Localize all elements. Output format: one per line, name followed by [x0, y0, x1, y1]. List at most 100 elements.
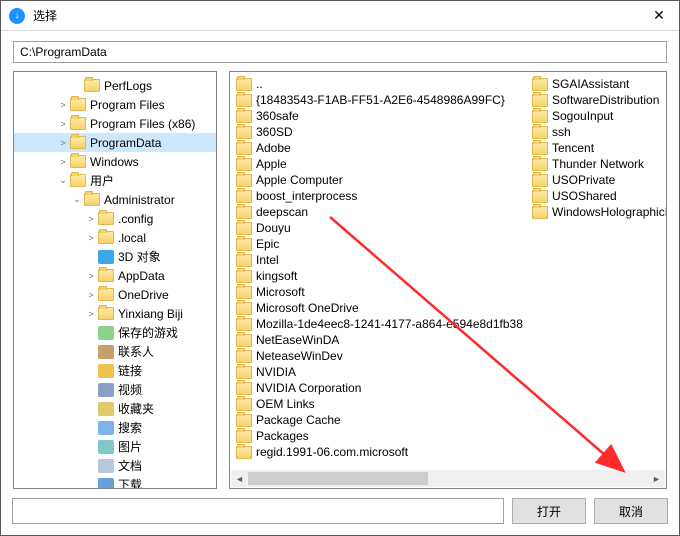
tree-item-savedgames[interactable]: 保存的游戏: [14, 323, 216, 342]
folder-icon: [236, 158, 252, 171]
expand-icon[interactable]: >: [56, 138, 70, 148]
file-item[interactable]: Epic: [230, 236, 526, 252]
scroll-left-button[interactable]: ◄: [231, 470, 248, 487]
tree-item-programfiles[interactable]: >Program Files: [14, 95, 216, 114]
file-item[interactable]: Adobe: [230, 140, 526, 156]
file-item[interactable]: NeteaseWinDev: [230, 348, 526, 364]
file-item[interactable]: Tencent: [526, 140, 666, 156]
file-item[interactable]: Intel: [230, 252, 526, 268]
tree-item-contacts[interactable]: 联系人: [14, 342, 216, 361]
expand-icon[interactable]: >: [84, 309, 98, 319]
tree-item-yinxiang[interactable]: >Yinxiang Biji: [14, 304, 216, 323]
file-item[interactable]: kingsoft: [230, 268, 526, 284]
folder-icon: [70, 98, 86, 111]
tree-item-perflogs[interactable]: PerfLogs: [14, 76, 216, 95]
tree-item-3dobjects[interactable]: 3D 对象: [14, 247, 216, 266]
file-item[interactable]: Douyu: [230, 220, 526, 236]
expand-icon[interactable]: >: [84, 214, 98, 224]
file-item[interactable]: 360safe: [230, 108, 526, 124]
file-item[interactable]: Packages: [230, 428, 526, 444]
file-item[interactable]: ..: [230, 76, 526, 92]
expand-icon[interactable]: >: [56, 157, 70, 167]
tree-item-programfilesx86[interactable]: >Program Files (x86): [14, 114, 216, 133]
folder-icon: [98, 288, 114, 301]
file-item[interactable]: ssh: [526, 124, 666, 140]
file-item[interactable]: SGAIAssistant: [526, 76, 666, 92]
tree-label: 搜索: [118, 419, 142, 436]
file-item[interactable]: Mozilla-1de4eec8-1241-4177-a864-e594e8d1…: [230, 316, 526, 332]
folder-icon: [236, 190, 252, 203]
tree-item-downloads[interactable]: 下载: [14, 475, 216, 489]
open-button[interactable]: 打开: [512, 498, 586, 524]
file-item[interactable]: Apple: [230, 156, 526, 172]
tree-item-local[interactable]: >.local: [14, 228, 216, 247]
folder-tree[interactable]: PerfLogs >Program Files >Program Files (…: [14, 72, 216, 489]
file-label: ssh: [552, 125, 571, 139]
file-label: OEM Links: [256, 397, 315, 411]
tree-item-videos[interactable]: 视频: [14, 380, 216, 399]
file-item[interactable]: NVIDIA: [230, 364, 526, 380]
expand-icon[interactable]: >: [56, 100, 70, 110]
folder-icon: [236, 222, 252, 235]
expand-icon[interactable]: >: [56, 119, 70, 129]
tree-item-onedrive[interactable]: >OneDrive: [14, 285, 216, 304]
file-item[interactable]: WindowsHolographicDevices: [526, 204, 666, 220]
filename-input[interactable]: [12, 498, 504, 524]
tree-item-documents[interactable]: 文档: [14, 456, 216, 475]
file-item[interactable]: regid.1991-06.com.microsoft: [230, 444, 526, 460]
file-label: Apple Computer: [256, 173, 343, 187]
collapse-icon[interactable]: ⌄: [70, 194, 84, 205]
expand-icon[interactable]: >: [84, 233, 98, 243]
file-item[interactable]: OEM Links: [230, 396, 526, 412]
tree-item-searches[interactable]: 搜索: [14, 418, 216, 437]
file-item[interactable]: USOPrivate: [526, 172, 666, 188]
app-icon: ↓: [9, 8, 25, 24]
tree-item-users[interactable]: ⌄用户: [14, 171, 216, 190]
folder-icon: [98, 269, 114, 282]
tree-label: 视频: [118, 381, 142, 398]
folder-icon: [98, 231, 114, 244]
close-button[interactable]: ✕: [647, 7, 671, 24]
expand-icon[interactable]: >: [84, 290, 98, 300]
file-item[interactable]: Microsoft OneDrive: [230, 300, 526, 316]
file-item[interactable]: Microsoft: [230, 284, 526, 300]
tree-item-links[interactable]: 链接: [14, 361, 216, 380]
collapse-icon[interactable]: ⌄: [56, 175, 70, 186]
file-item[interactable]: deepscan: [230, 204, 526, 220]
file-item[interactable]: SoftwareDistribution: [526, 92, 666, 108]
file-label: 360safe: [256, 109, 299, 123]
cancel-button[interactable]: 取消: [594, 498, 668, 524]
tree-item-config[interactable]: >.config: [14, 209, 216, 228]
scroll-thumb[interactable]: [248, 472, 428, 485]
expand-icon[interactable]: >: [84, 271, 98, 281]
file-item[interactable]: {18483543-F1AB-FF51-A2E6-4548986A99FC}: [230, 92, 526, 108]
contacts-icon: [98, 345, 114, 359]
tree-item-appdata[interactable]: >AppData: [14, 266, 216, 285]
videos-icon: [98, 383, 114, 397]
file-item[interactable]: Package Cache: [230, 412, 526, 428]
tree-label: ProgramData: [90, 136, 161, 150]
file-item[interactable]: NVIDIA Corporation: [230, 380, 526, 396]
tree-item-administrator[interactable]: ⌄Administrator: [14, 190, 216, 209]
tree-item-pictures[interactable]: 图片: [14, 437, 216, 456]
tree-item-windows[interactable]: >Windows: [14, 152, 216, 171]
file-item[interactable]: USOShared: [526, 188, 666, 204]
file-item[interactable]: Thunder Network: [526, 156, 666, 172]
path-input[interactable]: [13, 41, 667, 63]
horizontal-scrollbar[interactable]: ◄ ►: [231, 470, 665, 487]
file-label: Mozilla-1de4eec8-1241-4177-a864-e594e8d1…: [256, 317, 523, 331]
tree-item-favorites[interactable]: 收藏夹: [14, 399, 216, 418]
favorites-icon: [98, 402, 114, 416]
folder-icon: [532, 110, 548, 123]
file-list[interactable]: ..{18483543-F1AB-FF51-A2E6-4548986A99FC}…: [230, 72, 666, 470]
tree-item-programdata[interactable]: > ProgramData: [14, 133, 216, 152]
file-item[interactable]: boost_interprocess: [230, 188, 526, 204]
file-item[interactable]: 360SD: [230, 124, 526, 140]
file-item[interactable]: NetEaseWinDA: [230, 332, 526, 348]
scroll-right-button[interactable]: ►: [648, 470, 665, 487]
file-item[interactable]: SogouInput: [526, 108, 666, 124]
file-item[interactable]: Apple Computer: [230, 172, 526, 188]
3d-objects-icon: [98, 250, 114, 264]
folder-icon: [236, 286, 252, 299]
scroll-track[interactable]: [248, 470, 648, 487]
